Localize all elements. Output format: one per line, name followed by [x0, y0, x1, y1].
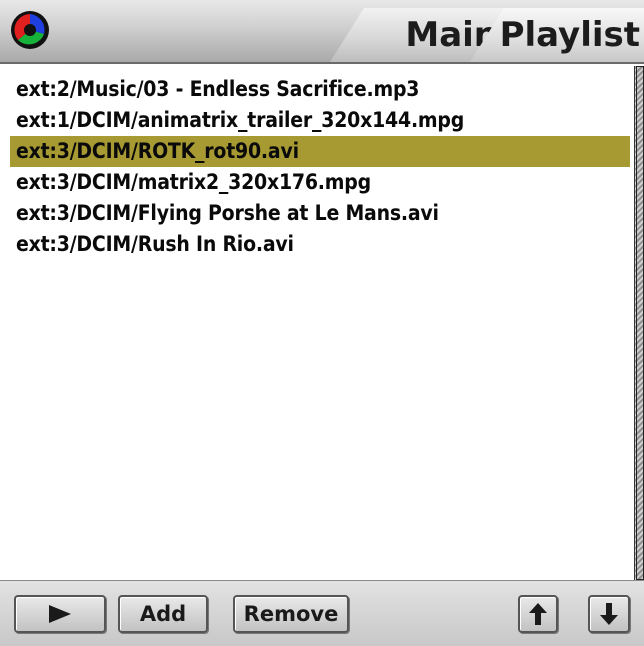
remove-button[interactable]: Remove	[233, 595, 349, 633]
move-up-button[interactable]	[518, 595, 558, 633]
add-button[interactable]: Add	[118, 595, 208, 633]
title-bar: Main Playlist	[0, 0, 644, 64]
arrow-up-icon	[529, 603, 547, 625]
play-button[interactable]	[14, 595, 106, 633]
list-item[interactable]: ext:3/DCIM/Flying Porshe at Le Mans.avi	[10, 198, 630, 229]
tab-playlist-label: Playlist	[499, 15, 640, 55]
list-item[interactable]: ext:3/DCIM/matrix2_320x176.mpg	[10, 167, 630, 198]
arrow-down-icon	[600, 603, 618, 625]
app-logo-icon[interactable]	[10, 10, 50, 50]
list-item[interactable]: ext:2/Music/03 - Endless Sacrifice.mp3	[10, 74, 630, 105]
bottom-toolbar: Add Remove	[0, 580, 644, 646]
list-item-selected[interactable]: ext:3/DCIM/ROTK_rot90.avi	[10, 136, 630, 167]
scrollbar-thumb[interactable]	[636, 66, 644, 580]
scrollbar[interactable]	[634, 66, 644, 580]
playlist: ext:2/Music/03 - Endless Sacrifice.mp3 e…	[10, 74, 630, 576]
list-item[interactable]: ext:1/DCIM/animatrix_trailer_320x144.mpg	[10, 105, 630, 136]
move-down-button[interactable]	[588, 595, 630, 633]
list-item[interactable]: ext:3/DCIM/Rush In Rio.avi	[10, 229, 630, 260]
play-icon	[49, 605, 71, 623]
